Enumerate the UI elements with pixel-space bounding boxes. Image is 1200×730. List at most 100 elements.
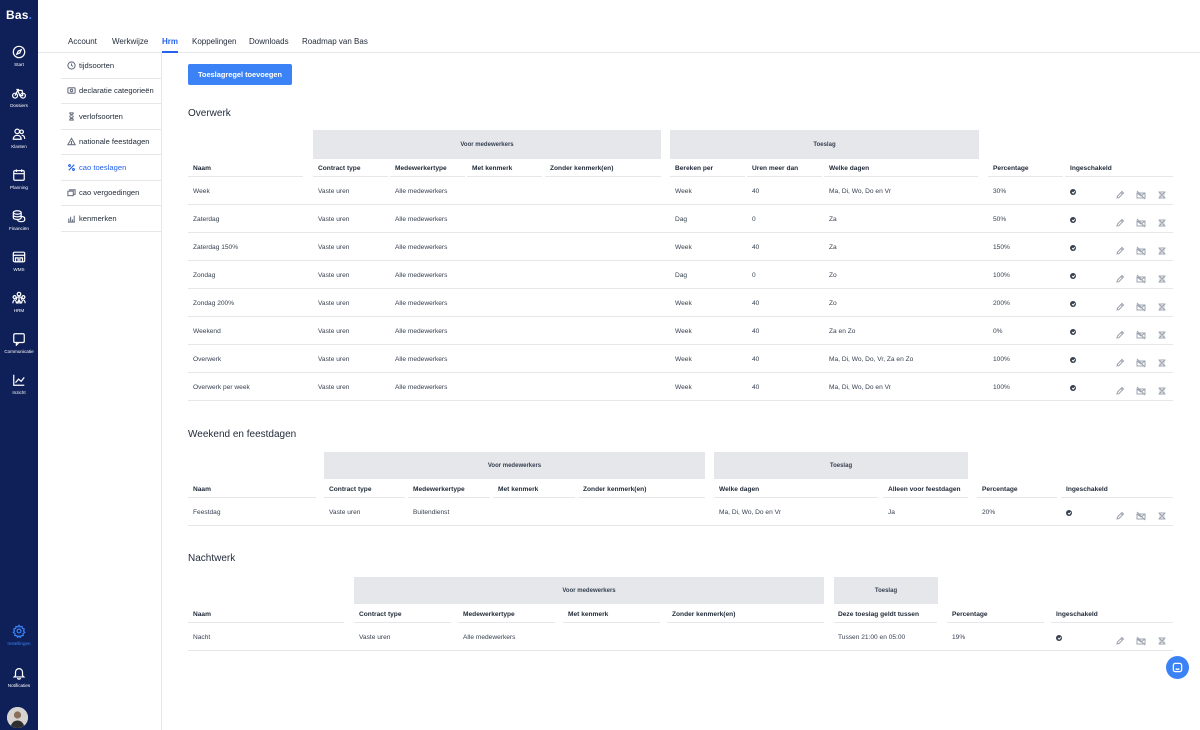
subnav-label: tijdsoorten: [79, 61, 115, 70]
row-action-delete[interactable]: [1157, 508, 1167, 520]
row-action-edit[interactable]: [1115, 215, 1125, 227]
tent-icon: [67, 137, 76, 146]
table-cell: Vaste uren: [318, 384, 350, 391]
table-cell: Vaste uren: [318, 356, 350, 363]
row-action-disable[interactable]: [1136, 508, 1146, 521]
row-action-edit[interactable]: [1115, 243, 1125, 255]
table-cell: 50%: [993, 216, 1007, 223]
nav-notificaties[interactable]: Notificaties: [0, 666, 38, 696]
nav-planning[interactable]: Planning: [0, 168, 38, 198]
tab-account[interactable]: Account: [68, 37, 97, 46]
row-action-disable[interactable]: [1136, 633, 1146, 646]
column-header: Contract type: [329, 486, 372, 493]
enabled-check-icon[interactable]: [1070, 217, 1076, 223]
subnav-tijdsoorten[interactable]: tijdsoorten: [61, 53, 161, 79]
avatar[interactable]: [7, 707, 28, 728]
nav-financien[interactable]: Financiën: [0, 209, 38, 239]
row-action-delete[interactable]: [1157, 243, 1167, 255]
row-action-edit[interactable]: [1115, 299, 1125, 311]
table-cell: Dag: [675, 272, 688, 279]
row-action-edit[interactable]: [1115, 271, 1125, 283]
app-logo[interactable]: Bas.: [6, 8, 32, 22]
group-header-toeslag: Toeslag: [714, 452, 968, 479]
column-header: Naam: [193, 611, 211, 618]
row-action-disable[interactable]: [1136, 271, 1146, 284]
disable-icon: [1136, 246, 1146, 256]
tab-hrm[interactable]: Hrm: [162, 37, 179, 53]
header-divider: [834, 622, 937, 623]
enabled-check-icon[interactable]: [1070, 245, 1076, 251]
nav-klanten[interactable]: Klanten: [0, 127, 38, 157]
row-action-delete[interactable]: [1157, 383, 1167, 395]
subnav-cao-toeslagen[interactable]: cao toeslagen: [61, 155, 161, 181]
subnav-kenmerken[interactable]: kenmerken: [61, 206, 161, 232]
enabled-check-icon[interactable]: [1070, 189, 1076, 195]
edit-icon: [1116, 246, 1125, 255]
enabled-check-icon[interactable]: [1066, 510, 1072, 516]
table-cell: Week: [675, 188, 692, 195]
row-action-edit[interactable]: [1115, 187, 1125, 199]
row-action-disable[interactable]: [1136, 383, 1146, 396]
hourglass-icon: [69, 112, 74, 121]
enabled-check-icon[interactable]: [1056, 635, 1062, 641]
tab-koppelingen[interactable]: Koppelingen: [192, 37, 236, 46]
table-cell: Alle medewerkers: [463, 634, 516, 641]
clock-icon: [67, 61, 76, 70]
row-action-disable[interactable]: [1136, 215, 1146, 228]
gear-icon: [12, 624, 26, 638]
nav-start[interactable]: Start: [0, 45, 38, 75]
header-divider: [1061, 497, 1173, 498]
nav-wms[interactable]: WMS: [0, 250, 38, 280]
tab-werkwijze[interactable]: Werkwijze: [112, 37, 148, 46]
tab-downloads[interactable]: Downloads: [249, 37, 289, 46]
enabled-check-icon[interactable]: [1070, 329, 1076, 335]
nav-dossiers[interactable]: Dossiers: [0, 86, 38, 116]
subnav-verlofsoorten[interactable]: verlofsoorten: [61, 104, 161, 130]
row-action-delete[interactable]: [1157, 327, 1167, 339]
row-action-edit[interactable]: [1115, 508, 1125, 520]
table-cell: 200%: [993, 300, 1010, 307]
table-cell: Dag: [675, 216, 688, 223]
disable-icon: [1136, 636, 1146, 646]
group-header-voor-medewerkers: Voor medewerkers: [313, 130, 661, 159]
table-cell: 19%: [952, 634, 966, 641]
row-action-disable[interactable]: [1136, 355, 1146, 368]
row-action-disable[interactable]: [1136, 187, 1146, 200]
row-action-delete[interactable]: [1157, 633, 1167, 645]
settings-tabs: Account Werkwijze Hrm Koppelingen Downlo…: [38, 0, 1200, 53]
add-toeslagregel-button[interactable]: Toeslagregel toevoegen: [188, 64, 292, 85]
row-action-delete[interactable]: [1157, 299, 1167, 311]
row-action-edit[interactable]: [1115, 383, 1125, 395]
section-title-nachtwerk: Nachtwerk: [188, 553, 236, 564]
subnav-cao-vergoedingen[interactable]: cao vergoedingen: [61, 180, 161, 206]
row-action-edit[interactable]: [1115, 633, 1125, 645]
percent-icon: [68, 164, 75, 171]
row-action-disable[interactable]: [1136, 327, 1146, 340]
chat-launcher-button[interactable]: [1166, 656, 1189, 679]
header-divider: [390, 176, 465, 177]
nav-label: Dossiers: [10, 103, 28, 108]
row-action-disable[interactable]: [1136, 243, 1146, 256]
edit-icon: [1116, 511, 1125, 520]
nav-hrm[interactable]: HRM: [0, 291, 38, 321]
enabled-check-icon[interactable]: [1070, 385, 1076, 391]
nav-inzicht[interactable]: Inzicht: [0, 373, 38, 403]
enabled-check-icon[interactable]: [1070, 301, 1076, 307]
row-action-delete[interactable]: [1157, 187, 1167, 199]
row-action-delete[interactable]: [1157, 271, 1167, 283]
header-divider: [188, 497, 316, 498]
nav-communicatie[interactable]: Communicatie: [0, 332, 38, 362]
nav-instellingen[interactable]: Instellingen: [0, 624, 38, 654]
tab-roadmap[interactable]: Roadmap van Bas: [302, 37, 368, 46]
row-action-edit[interactable]: [1115, 355, 1125, 367]
subnav-nationale-feestdagen[interactable]: nationale feestdagen: [61, 129, 161, 155]
row-action-disable[interactable]: [1136, 299, 1146, 312]
subnav-declaratie-categorieen[interactable]: declaratie categorieën: [61, 78, 161, 104]
enabled-check-icon[interactable]: [1070, 273, 1076, 279]
enabled-check-icon[interactable]: [1070, 357, 1076, 363]
row-action-delete[interactable]: [1157, 215, 1167, 227]
row-action-edit[interactable]: [1115, 327, 1125, 339]
delete-icon: [1158, 219, 1166, 227]
table-cell: Buitendienst: [413, 509, 450, 516]
row-action-delete[interactable]: [1157, 355, 1167, 367]
